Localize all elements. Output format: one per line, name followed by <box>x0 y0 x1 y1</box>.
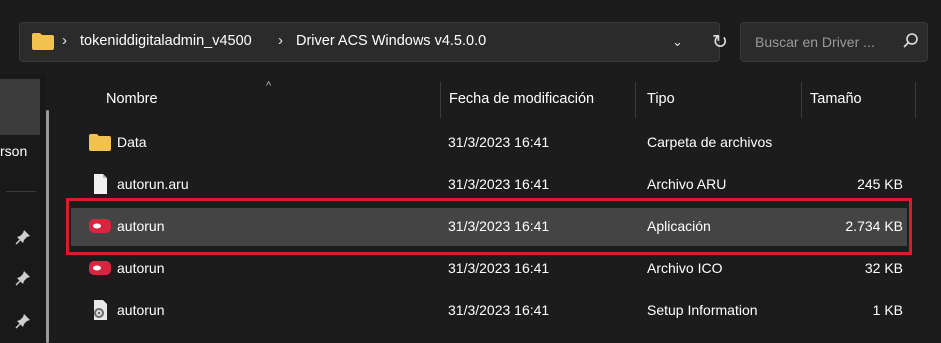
app-icon <box>89 219 111 233</box>
file-name: Data <box>117 134 147 150</box>
file-size: 245 KB <box>857 176 903 192</box>
search-icon[interactable] <box>901 31 921 51</box>
chevron-right-icon: › <box>278 32 283 49</box>
file-type: Aplicación <box>647 218 711 234</box>
file-size: 2.734 KB <box>845 218 903 234</box>
file-date: 31/3/2023 16:41 <box>448 176 550 192</box>
file-type: Carpeta de archivos <box>647 134 773 150</box>
nav-item-label[interactable]: rson <box>0 143 27 159</box>
column-divider[interactable] <box>801 82 802 118</box>
breadcrumb-item-1[interactable]: Driver ACS Windows v4.5.0.0 <box>296 33 486 49</box>
file-row-selected[interactable]: autorun 31/3/2023 16:41 Aplicación 2.734… <box>71 208 907 246</box>
file-date: 31/3/2023 16:41 <box>448 260 550 276</box>
file-date: 31/3/2023 16:41 <box>448 218 550 234</box>
file-name: autorun <box>117 302 165 318</box>
chevron-down-icon[interactable]: ⌄ <box>672 34 683 50</box>
file-row[interactable]: autorun 31/3/2023 16:41 Archivo ICO 32 K… <box>71 250 907 288</box>
pin-icon <box>15 271 30 286</box>
file-icon <box>94 174 107 194</box>
folder-icon <box>32 33 54 50</box>
column-header: ^ Nombre Fecha de modificación Tipo Tama… <box>60 74 941 126</box>
sort-ascending-icon: ^ <box>266 80 272 92</box>
address-bar[interactable]: › tokeniddigitaladmin_v4500 › Driver ACS… <box>19 22 728 62</box>
column-divider[interactable] <box>915 82 916 118</box>
column-header-size[interactable]: Tamaño <box>810 91 862 107</box>
chevron-right-icon: › <box>62 32 67 49</box>
file-name: autorun.aru <box>117 176 189 192</box>
file-size: 1 KB <box>872 302 903 318</box>
file-type: Setup Information <box>647 302 758 318</box>
file-row[interactable]: autorun 31/3/2023 16:41 Setup Informatio… <box>71 292 907 330</box>
file-row[interactable]: Data 31/3/2023 16:41 Carpeta de archivos <box>71 124 907 162</box>
nav-scrollbar[interactable] <box>46 110 49 343</box>
column-divider[interactable] <box>635 82 636 118</box>
divider <box>6 191 36 192</box>
breadcrumb-item-0[interactable]: tokeniddigitaladmin_v4500 <box>80 33 252 49</box>
address-toolbar: › tokeniddigitaladmin_v4500 › Driver ACS… <box>0 0 941 74</box>
folder-icon <box>89 134 111 151</box>
column-header-date[interactable]: Fecha de modificación <box>449 91 594 107</box>
column-header-name[interactable]: Nombre <box>106 91 158 107</box>
pin-icon <box>15 230 30 245</box>
file-type: Archivo ICO <box>647 260 723 276</box>
setup-info-icon <box>94 300 107 320</box>
ico-file-icon <box>89 261 111 275</box>
file-date: 31/3/2023 16:41 <box>448 302 550 318</box>
file-type: Archivo ARU <box>647 176 727 192</box>
file-name: autorun <box>117 218 165 234</box>
pin-icon <box>15 314 30 329</box>
file-row[interactable]: autorun.aru 31/3/2023 16:41 Archivo ARU … <box>71 166 907 204</box>
file-size: 32 KB <box>864 260 903 276</box>
column-header-type[interactable]: Tipo <box>647 91 675 107</box>
column-divider[interactable] <box>440 82 441 118</box>
file-date: 31/3/2023 16:41 <box>448 134 550 150</box>
nav-item-selected[interactable] <box>0 79 40 135</box>
search-box[interactable]: Buscar en Driver ... <box>740 22 928 62</box>
search-input[interactable]: Buscar en Driver ... <box>755 34 875 50</box>
navigation-pane: rson <box>0 74 46 343</box>
refresh-icon[interactable]: ↻ <box>706 29 734 57</box>
file-name: autorun <box>117 260 165 276</box>
